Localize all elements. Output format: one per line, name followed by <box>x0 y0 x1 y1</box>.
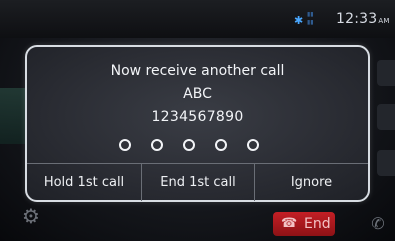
ring-dot <box>247 139 259 151</box>
caller-name: ABC <box>183 86 212 102</box>
clock-time: 12:33 <box>336 11 378 27</box>
phone-screen: ✱ ▮▮ ▮▮ 12:33AM ⚙ ☎ End ✆ Now receive ano… <box>0 0 395 241</box>
background-side-item <box>377 150 395 176</box>
end-call-label: End <box>304 216 331 232</box>
clock-ampm: AM <box>378 17 390 25</box>
ring-dot <box>119 139 131 151</box>
hold-first-call-button[interactable]: Hold 1st call <box>27 164 142 201</box>
phone-icon[interactable]: ✆ <box>366 212 390 236</box>
ringing-indicator <box>119 139 279 153</box>
clock: 12:33AM <box>336 11 390 27</box>
ignore-button[interactable]: Ignore <box>255 164 368 201</box>
dialog-button-row: Hold 1st call End 1st call Ignore <box>27 163 368 201</box>
phone-hangup-icon: ☎ <box>281 216 298 231</box>
signal-icon: ▮▮ ▮▮ <box>307 11 314 26</box>
incoming-call-dialog: Now receive another call ABC 1234567890 … <box>25 45 370 202</box>
end-first-call-button[interactable]: End 1st call <box>142 164 255 201</box>
background-side-item <box>377 60 395 86</box>
end-call-button[interactable]: ☎ End <box>273 212 335 236</box>
caller-number: 1234567890 <box>151 109 244 125</box>
background-side-item <box>377 104 395 130</box>
bluetooth-icon: ✱ <box>294 14 304 27</box>
dialog-title: Now receive another call <box>110 63 285 79</box>
ring-dot <box>183 139 195 151</box>
background-panel-left <box>0 88 26 144</box>
ring-dot <box>151 139 163 151</box>
gear-icon[interactable]: ⚙ <box>22 206 42 226</box>
ring-dot <box>215 139 227 151</box>
status-bar: ✱ ▮▮ ▮▮ 12:33AM <box>0 0 395 38</box>
